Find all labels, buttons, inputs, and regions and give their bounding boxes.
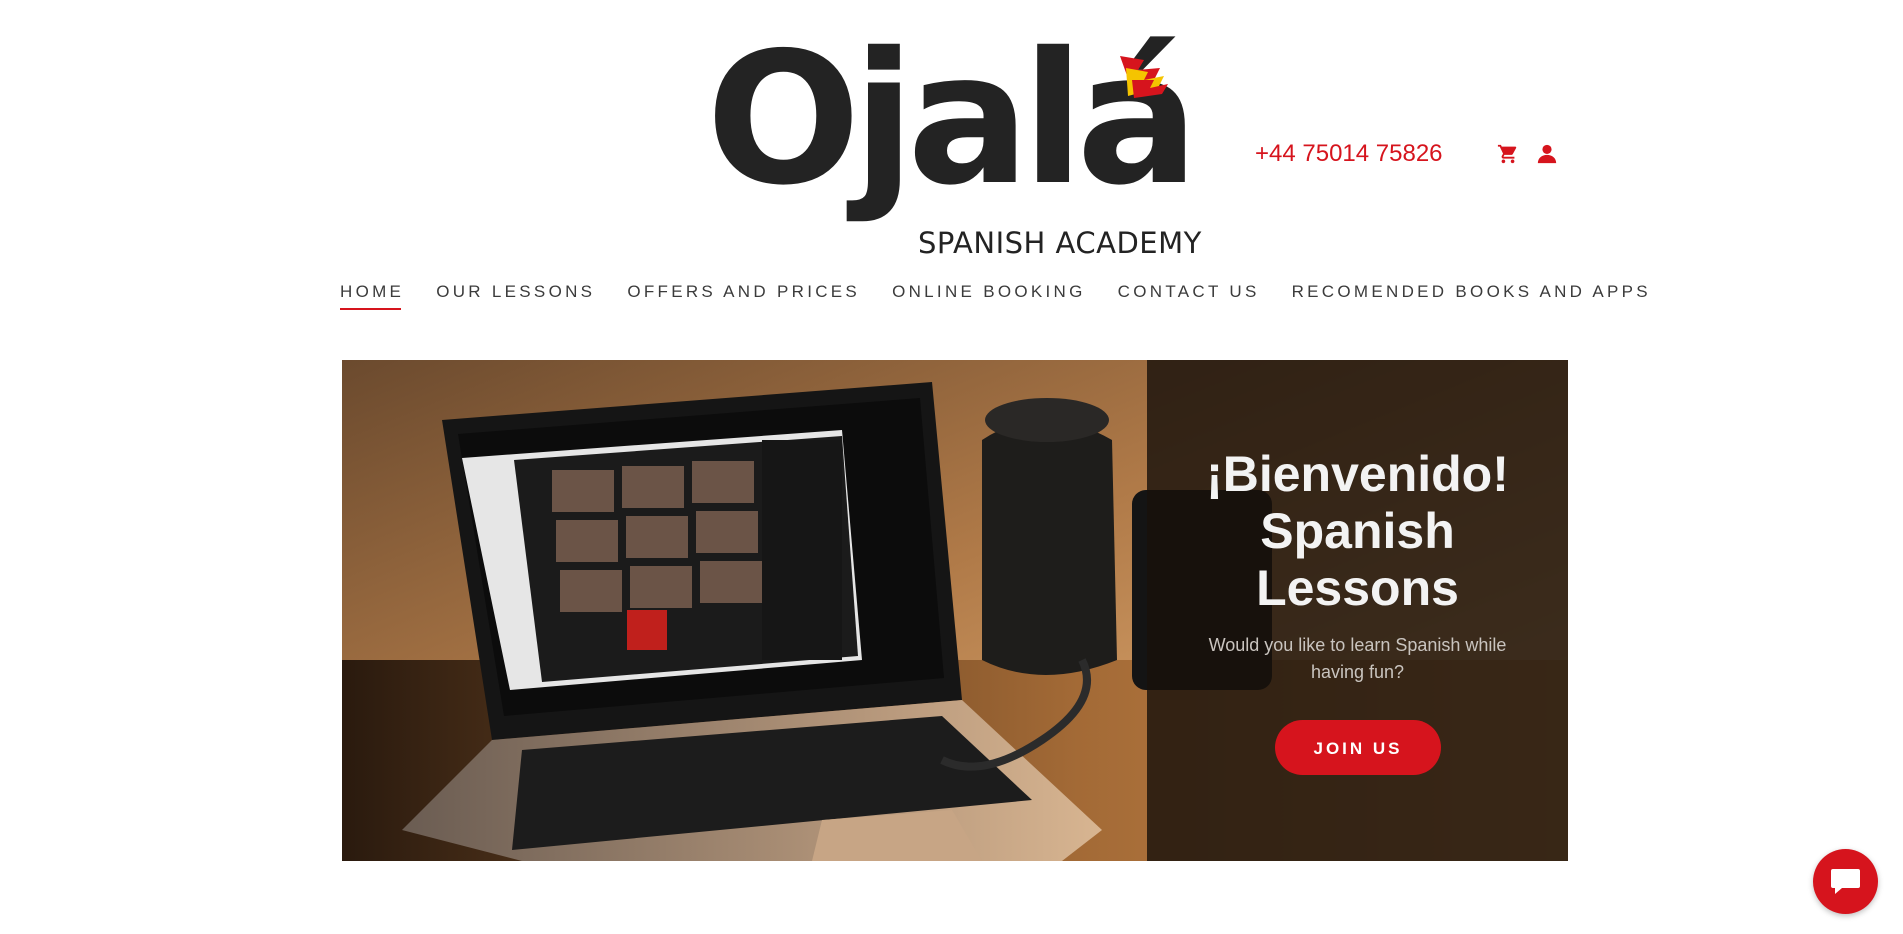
nav-item-recomended-books-and-apps[interactable]: RECOMENDED BOOKS AND APPS	[1292, 282, 1651, 310]
join-us-button[interactable]: JOIN US	[1275, 720, 1441, 775]
page: Ojalá SPANISH ACADEMY +44 75014 75826 HO…	[0, 0, 1903, 934]
hero-title-line-3: Lessons	[1256, 560, 1459, 616]
hero-title-line-2: Spanish	[1260, 503, 1455, 559]
hero-section: ¡Bienvenido! Spanish Lessons Would you l…	[342, 360, 1568, 861]
chat-bubble-icon	[1831, 869, 1860, 894]
site-logo[interactable]: Ojalá SPANISH ACADEMY	[700, 28, 1202, 265]
hero-text-panel: ¡Bienvenido! Spanish Lessons Would you l…	[1147, 360, 1568, 861]
nav-item-contact-us[interactable]: CONTACT US	[1118, 282, 1260, 310]
chat-button[interactable]	[1813, 849, 1878, 914]
main-nav: HOME OUR LESSONS OFFERS AND PRICES ONLIN…	[340, 282, 1651, 310]
nav-item-home[interactable]: HOME	[340, 282, 404, 310]
cart-icon[interactable]	[1497, 143, 1519, 165]
spain-flag-wing-icon	[1120, 56, 1168, 98]
hero-subtitle: Would you like to learn Spanish while ha…	[1208, 635, 1507, 682]
user-icon[interactable]	[1536, 143, 1558, 165]
nav-item-offers-and-prices[interactable]: OFFERS AND PRICES	[627, 282, 860, 310]
hero-title: ¡Bienvenido! Spanish Lessons	[1147, 446, 1568, 617]
nav-item-our-lessons[interactable]: OUR LESSONS	[436, 282, 595, 310]
logo-subtitle: SPANISH ACADEMY	[918, 226, 1202, 260]
nav-item-online-booking[interactable]: ONLINE BOOKING	[892, 282, 1086, 310]
hero-title-line-1: ¡Bienvenido!	[1206, 446, 1509, 502]
phone-link[interactable]: +44 75014 75826	[1255, 140, 1443, 168]
